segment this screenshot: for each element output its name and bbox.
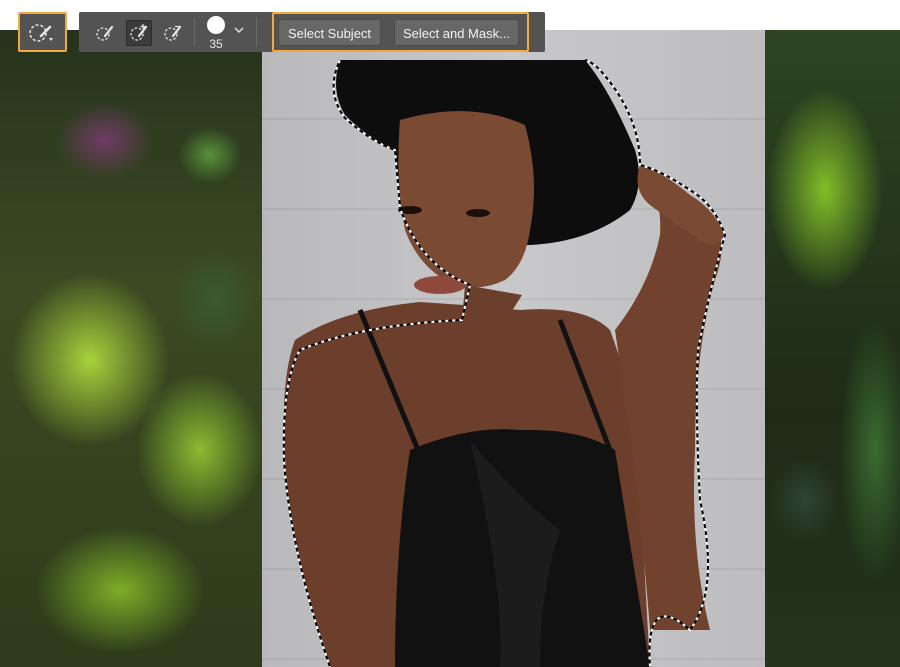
- select-subject-button[interactable]: Select Subject: [278, 19, 381, 46]
- options-bar: 35 Select Subject Select and Mask...: [0, 0, 545, 52]
- add-to-selection-brush-icon[interactable]: [126, 20, 152, 46]
- brush-tip-preview: [207, 16, 225, 34]
- quick-selection-brush-icon: [29, 24, 53, 42]
- brush-size-value: 35: [209, 37, 223, 51]
- subject-photo: [282, 59, 727, 667]
- subtract-from-selection-brush-icon[interactable]: [160, 20, 186, 46]
- chevron-down-icon[interactable]: [233, 26, 245, 34]
- new-selection-brush-icon[interactable]: [92, 20, 118, 46]
- document-canvas[interactable]: [0, 30, 900, 667]
- toolbar-divider: [256, 18, 257, 46]
- toolbar-divider: [194, 18, 195, 46]
- select-and-mask-button[interactable]: Select and Mask...: [394, 19, 519, 46]
- tool-preset-picker[interactable]: [18, 12, 67, 52]
